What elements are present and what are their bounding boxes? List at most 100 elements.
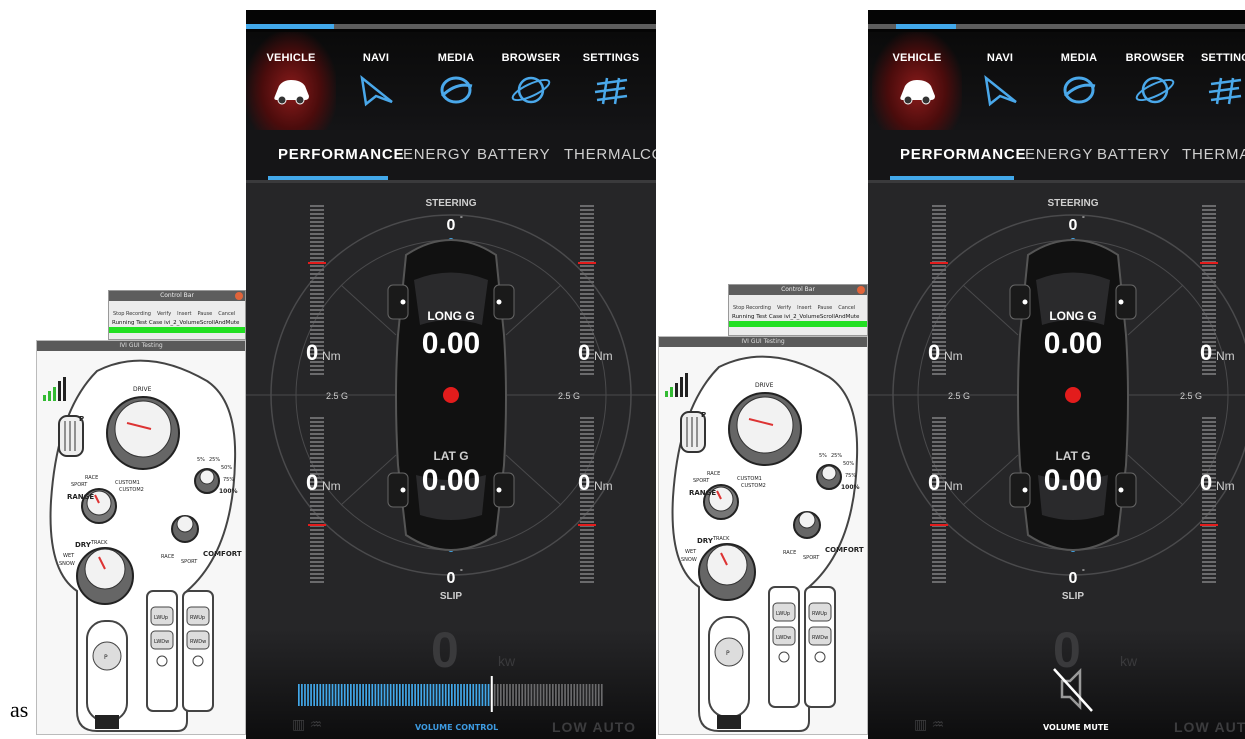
volume-tick: [469, 684, 472, 706]
rw-dw-button-b[interactable]: RWDw: [808, 626, 832, 646]
tab-performance-b[interactable]: PERFORMANCE: [900, 146, 1026, 163]
close-icon-b[interactable]: [857, 286, 865, 294]
volume-tick: [591, 684, 594, 706]
rw-dw-button[interactable]: RWDw: [186, 630, 210, 650]
g-force-indicator: [443, 387, 459, 403]
control-bar-title: Control Bar: [160, 292, 194, 299]
volume-tick: [386, 684, 389, 706]
power-value: 0: [431, 622, 459, 678]
slip-unit: °: [460, 568, 463, 576]
volume-knob[interactable]: [490, 676, 493, 712]
snow-label-b: SNOW: [681, 557, 697, 563]
volume-mute-icon[interactable]: [1048, 665, 1098, 713]
volume-tick: [301, 684, 303, 706]
volume-tick: [542, 684, 545, 706]
volume-tick: [527, 684, 530, 706]
pause-button-b[interactable]: Pause: [818, 305, 833, 311]
volume-tick: [551, 684, 554, 706]
nav-vehicle[interactable]: VEHICLE: [246, 32, 336, 130]
terrain-dial-b[interactable]: [698, 543, 756, 601]
lw-dw-button[interactable]: LWDw: [150, 630, 174, 650]
volume-tick: [325, 684, 328, 706]
browser-globe-icon-b: [1135, 76, 1175, 104]
climate-auto-b[interactable]: AUTO: [1215, 719, 1245, 735]
tab-thermal[interactable]: THERMAL: [564, 146, 641, 163]
pct-5-label-b: 5%: [819, 453, 827, 459]
sport2-label: SPORT: [181, 559, 198, 565]
nav-vehicle-label: VEHICLE: [266, 52, 316, 64]
g-scale-right: 2.5 G: [558, 391, 580, 401]
signal-icon: [43, 377, 66, 401]
park-button[interactable]: P: [92, 641, 122, 671]
cancel-button-b[interactable]: Cancel: [838, 305, 855, 311]
console-titlebar: IVI GUI Testing: [37, 341, 245, 351]
drive-dial-b[interactable]: [728, 392, 802, 466]
torque-rear-left: 0: [306, 470, 318, 495]
volume-tick: [408, 684, 410, 706]
volume-tick: [420, 684, 423, 706]
rw-up-button-b[interactable]: RWUp: [808, 602, 832, 622]
torque-rear-left-unit: Nm: [322, 479, 341, 493]
damping-dial[interactable]: [194, 468, 220, 494]
nav-settings-b[interactable]: SETTINGS: [1183, 32, 1245, 130]
defrost-icon[interactable]: ▥ ♒: [292, 717, 322, 733]
stop-recording-button-b[interactable]: Stop Recording: [733, 305, 771, 311]
climate-auto[interactable]: AUTO: [593, 719, 636, 735]
volume-tick: [411, 684, 413, 706]
climate-low[interactable]: LOW: [552, 719, 588, 735]
lw-up-button[interactable]: LWUp: [150, 606, 174, 626]
wet-label-b: WET: [685, 549, 697, 555]
tab-battery[interactable]: BATTERY: [477, 146, 550, 163]
volume-tick: [368, 684, 371, 706]
volume-tick: [371, 684, 374, 706]
drive-dial[interactable]: [106, 396, 180, 470]
insert-button[interactable]: Insert: [177, 311, 191, 317]
rw-up-button[interactable]: RWUp: [186, 606, 210, 626]
nav-settings[interactable]: SETTINGS: [566, 32, 656, 130]
lat-g-label: LAT G: [433, 449, 468, 463]
nav-navi-b[interactable]: NAVI: [955, 32, 1045, 130]
verify-button-b[interactable]: Verify: [777, 305, 791, 311]
volume-bars: [298, 676, 603, 712]
nav-vehicle-b[interactable]: VEHICLE: [872, 32, 962, 130]
pause-button[interactable]: Pause: [198, 311, 213, 317]
verify-button[interactable]: Verify: [157, 311, 171, 317]
volume-tick: [597, 684, 600, 706]
slip-value: 0: [447, 570, 456, 587]
tab-performance[interactable]: PERFORMANCE: [278, 146, 404, 163]
dry-label-b: DRY: [697, 537, 714, 545]
damping-dial-b[interactable]: [816, 464, 842, 490]
climate-low-b[interactable]: LOW: [1174, 719, 1210, 735]
terrain-dial[interactable]: [76, 547, 134, 605]
defrost-icon-b[interactable]: ▥ ♒: [914, 717, 944, 733]
comfort-dial-b[interactable]: [793, 511, 821, 539]
drive-label: DRIVE: [133, 386, 152, 393]
stop-recording-button[interactable]: Stop Recording: [113, 311, 151, 317]
slip-label: SLIP: [440, 591, 463, 602]
comfort-dial[interactable]: [171, 515, 199, 543]
lw-up-button-b[interactable]: LWUp: [772, 602, 796, 622]
volume-tick: [570, 684, 573, 706]
nav-browser[interactable]: BROWSER: [486, 32, 576, 130]
tab-battery-b[interactable]: BATTERY: [1097, 146, 1170, 163]
cancel-button[interactable]: Cancel: [218, 311, 235, 317]
power-unit-b: kw: [1120, 653, 1138, 669]
steering-label-b: STEERING: [1047, 198, 1098, 209]
slip-value-b: 0: [1069, 570, 1078, 587]
tab-energy-b[interactable]: ENERGY: [1025, 146, 1093, 163]
car-icon-b: [900, 80, 935, 105]
nav-navi[interactable]: NAVI: [331, 32, 421, 130]
p-label: P: [79, 415, 84, 423]
long-g-label-b: LONG G: [1049, 309, 1096, 323]
tab-co[interactable]: CO: [640, 146, 656, 163]
close-icon[interactable]: [235, 292, 243, 300]
volume-slider[interactable]: [298, 676, 604, 712]
tab-energy[interactable]: ENERGY: [403, 146, 471, 163]
lw-dw-button-b[interactable]: LWDw: [772, 626, 796, 646]
insert-button-b[interactable]: Insert: [797, 305, 811, 311]
range-label: RANGE: [67, 493, 94, 501]
torque-rear-right-unit: Nm: [594, 479, 613, 493]
tab-thermal-b[interactable]: THERMAL: [1182, 146, 1245, 163]
pct-50-label-b: 50%: [843, 461, 854, 467]
park-button-b[interactable]: P: [714, 637, 744, 667]
